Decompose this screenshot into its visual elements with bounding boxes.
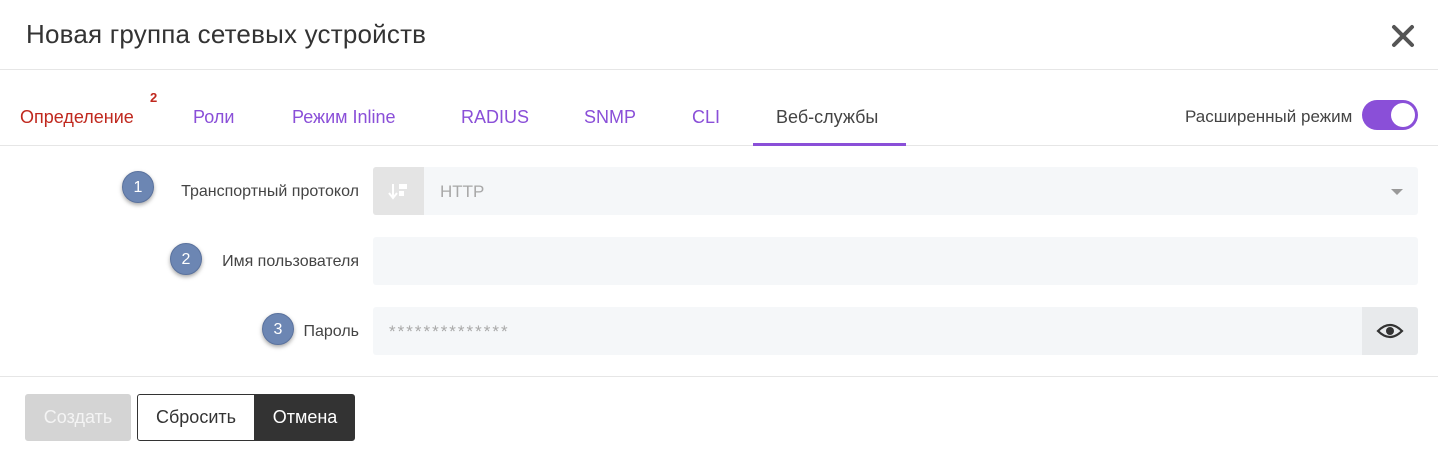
eye-icon [1376, 323, 1404, 339]
reset-button[interactable]: Сбросить [137, 394, 255, 441]
show-password-button[interactable] [1362, 307, 1418, 355]
transport-protocol-select[interactable]: HTTP [373, 167, 1418, 215]
tab-inline-mode[interactable]: Режим Inline [292, 107, 396, 128]
username-field [373, 237, 1418, 285]
tab-web-services[interactable]: Веб-службы [776, 107, 878, 128]
tab-bar: Определение 2 Роли Режим Inline RADIUS S… [0, 70, 1438, 146]
dialog-title: Новая группа сетевых устройств [26, 19, 427, 49]
close-icon[interactable] [1389, 22, 1417, 50]
username-label: Имя пользователя [222, 253, 359, 270]
dialog-footer: Создать Сбросить Отмена [0, 376, 1438, 457]
password-label: Пароль [303, 323, 359, 340]
tab-roles[interactable]: Роли [193, 107, 234, 128]
error-count-badge: 2 [150, 90, 158, 105]
chevron-down-icon [1391, 189, 1403, 195]
advanced-mode-label: Расширенный режим [1185, 107, 1353, 126]
step-marker-3: 3 [262, 313, 294, 345]
tab-snmp[interactable]: SNMP [584, 107, 636, 128]
tab-definition[interactable]: Определение [20, 107, 134, 128]
username-input[interactable] [389, 249, 1389, 275]
tab-radius[interactable]: RADIUS [461, 107, 529, 128]
dialog-header: Новая группа сетевых устройств [0, 0, 1438, 70]
step-marker-2: 2 [170, 243, 202, 275]
toggle-knob [1391, 103, 1415, 127]
transport-protocol-label: Транспортный протокол [181, 183, 359, 200]
tab-cli[interactable]: CLI [692, 107, 720, 128]
active-tab-indicator [753, 143, 906, 146]
transport-protocol-value: HTTP [440, 182, 485, 201]
step-marker-1: 1 [122, 171, 154, 203]
password-input[interactable] [389, 319, 1349, 345]
cancel-button[interactable]: Отмена [255, 394, 355, 441]
advanced-mode-toggle[interactable] [1362, 100, 1418, 130]
sort-icon [373, 167, 424, 215]
password-field [373, 307, 1418, 355]
create-button[interactable]: Создать [25, 394, 131, 441]
